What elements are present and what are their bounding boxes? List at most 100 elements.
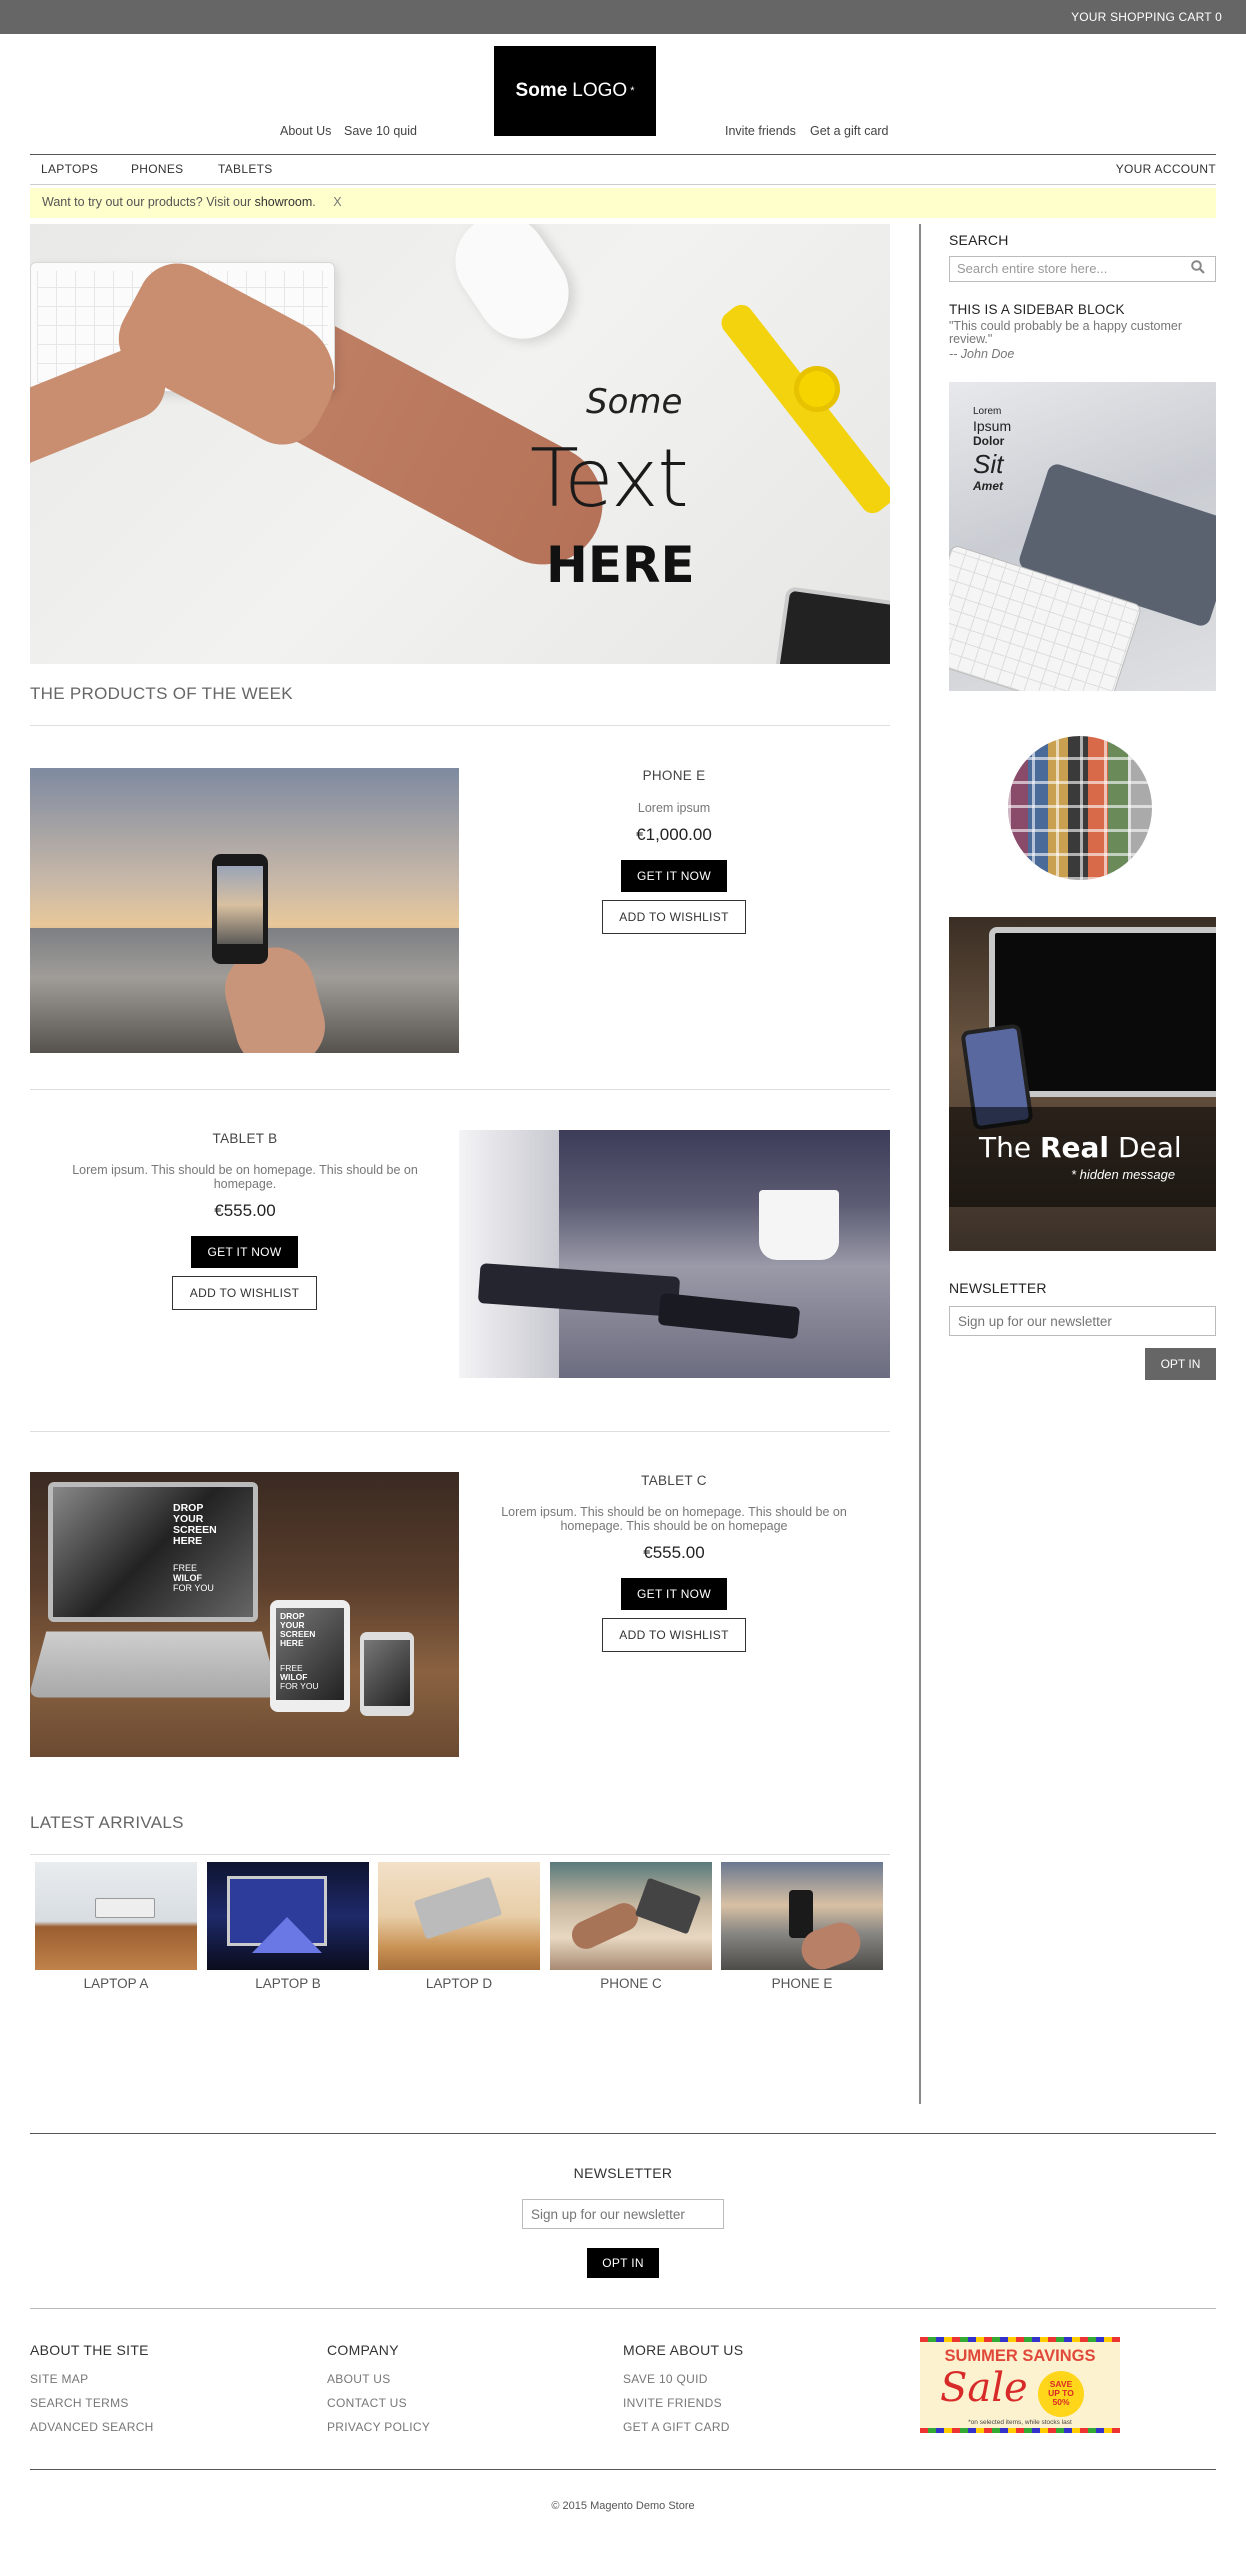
latest-item-label[interactable]: LAPTOP D <box>378 1976 540 1991</box>
search-input[interactable]: Search entire store here... <box>949 256 1216 282</box>
hero-mouse-image <box>437 224 587 357</box>
search-title: SEARCH <box>949 232 1009 248</box>
search-placeholder: Search entire store here... <box>957 261 1108 276</box>
sale-title: SUMMER SAVINGS <box>944 2347 1096 2365</box>
nav-divider-bottom <box>30 184 1216 185</box>
latest-item-image[interactable] <box>378 1862 540 1970</box>
footer-col-title: MORE ABOUT US <box>623 2342 744 2358</box>
sidebar-opt-in-button[interactable]: OPT IN <box>1145 1348 1216 1380</box>
laptop-screen: DROP YOUR SCREEN HERE FREE WILOF FOR YOU <box>48 1482 258 1622</box>
add-to-wishlist-button[interactable]: ADD TO WISHLIST <box>602 900 746 934</box>
hero-watch-band-image <box>716 300 890 518</box>
footer-link[interactable]: ABOUT US <box>327 2372 391 2386</box>
gift-card-link[interactable]: Get a gift card <box>810 124 889 138</box>
product-image-phone-e[interactable] <box>30 768 459 1053</box>
footer-link[interactable]: SITE MAP <box>30 2372 88 2386</box>
notice-text: Want to try out our products? Visit our <box>42 195 252 209</box>
tablet-device: DROP YOUR SCREEN HERE FREE WILOF FOR YOU <box>270 1600 350 1712</box>
product-price: €555.00 <box>214 1201 276 1220</box>
sidebar-collage-image[interactable] <box>1008 736 1152 880</box>
sidebar-quote-author: -- John Doe <box>949 347 1015 361</box>
footer-col-title: ABOUT THE SITE <box>30 2342 149 2358</box>
latest-item-image[interactable] <box>721 1862 883 1970</box>
footer-link[interactable]: PRIVACY POLICY <box>327 2420 430 2434</box>
nav-item-phones[interactable]: PHONES <box>131 162 183 176</box>
about-us-link[interactable]: About Us <box>280 124 331 138</box>
latest-item-label[interactable]: PHONE C <box>550 1976 712 1991</box>
promo-bold: Real <box>1039 1131 1110 1164</box>
product-price: €1,000.00 <box>636 825 712 844</box>
nav-divider-top <box>30 154 1216 155</box>
sidebar-newsletter-title: NEWSLETTER <box>949 1280 1047 1296</box>
logo-text: LOGO <box>572 80 628 101</box>
save-10-quid-link[interactable]: Save 10 quid <box>344 124 417 138</box>
sidebar-promo-real-deal[interactable]: The Real Deal * hidden message <box>949 917 1216 1251</box>
latest-item-image[interactable] <box>35 1862 197 1970</box>
footer-col-title: COMPANY <box>327 2342 399 2358</box>
product-description: Lorem ipsum <box>637 801 711 815</box>
footer-link[interactable]: SAVE 10 QUID <box>623 2372 708 2386</box>
footer-link[interactable]: GET A GIFT CARD <box>623 2420 730 2434</box>
invite-friends-link[interactable]: Invite friends <box>725 124 796 138</box>
mug-shape <box>759 1190 839 1260</box>
footer-newsletter-input[interactable] <box>522 2199 724 2229</box>
phone-shape <box>212 854 268 964</box>
footer-divider <box>30 2133 1216 2134</box>
logo-mark: * <box>630 85 635 97</box>
logo-bold-text: Some <box>515 80 568 101</box>
product-price: €555.00 <box>643 1543 705 1562</box>
hero-phone-image <box>774 586 890 664</box>
sidebar-divider <box>919 224 921 2104</box>
footer-newsletter-title: NEWSLETTER <box>573 2165 673 2181</box>
product-image-tablet-b[interactable] <box>459 1130 890 1378</box>
laptop-base <box>30 1631 280 1698</box>
notice-end: . <box>312 195 316 209</box>
latest-item-image[interactable] <box>550 1862 712 1970</box>
summer-sale-banner[interactable]: SUMMER SAVINGS Sale SAVE UP TO 50% *on s… <box>920 2337 1120 2433</box>
sidebar-quote: "This could probably be a happy customer… <box>949 319 1183 346</box>
latest-item-label[interactable]: PHONE E <box>721 1976 883 1991</box>
sidebar-promo-tablet[interactable]: Lorem Ipsum Dolor Sit Amet <box>949 382 1216 691</box>
product-divider <box>30 1089 890 1090</box>
nav-item-laptops[interactable]: LAPTOPS <box>41 162 98 176</box>
your-account-link[interactable]: YOUR ACCOUNT <box>1116 162 1216 176</box>
section-divider <box>30 725 890 726</box>
products-section-title: THE PRODUCTS OF THE WEEK <box>30 684 293 703</box>
hero-banner[interactable]: Some Text HERE <box>30 224 890 664</box>
footer-opt-in-button[interactable]: OPT IN <box>587 2248 659 2278</box>
latest-item-label[interactable]: LAPTOP A <box>35 1976 197 1991</box>
get-it-now-button[interactable]: GET IT NOW <box>191 1236 298 1268</box>
sale-note: *on selected items, while stocks last <box>968 2419 1072 2426</box>
product-name[interactable]: TABLET B <box>60 1131 430 1146</box>
sidebar-newsletter-input[interactable] <box>949 1306 1216 1336</box>
latest-item-label[interactable]: LAPTOP B <box>207 1976 369 1991</box>
get-it-now-button[interactable]: GET IT NOW <box>621 860 727 892</box>
nav-item-tablets[interactable]: TABLETS <box>218 162 273 176</box>
search-icon[interactable] <box>1191 260 1205 274</box>
add-to-wishlist-button[interactable]: ADD TO WISHLIST <box>602 1618 746 1652</box>
latest-item-image[interactable] <box>207 1862 369 1970</box>
product-image-tablet-c[interactable]: DROP YOUR SCREEN HERE FREE WILOF FOR YOU DROP… <box>30 1472 459 1757</box>
footer-link[interactable]: CONTACT US <box>327 2396 407 2410</box>
shopping-cart-link[interactable]: YOUR SHOPPING CART 0 <box>1071 10 1222 24</box>
add-to-wishlist-button[interactable]: ADD TO WISHLIST <box>172 1276 317 1310</box>
product-name[interactable]: TABLET C <box>560 1473 788 1488</box>
footer-link[interactable]: INVITE FRIENDS <box>623 2396 722 2410</box>
section-divider <box>30 1854 890 1855</box>
hero-text-line3: HERE <box>546 536 695 594</box>
site-logo[interactable]: Some LOGO * <box>494 46 656 136</box>
footer-link[interactable]: SEARCH TERMS <box>30 2396 129 2410</box>
footer-link[interactable]: ADVANCED SEARCH <box>30 2420 154 2434</box>
latest-arrivals-title: LATEST ARRIVALS <box>30 1813 184 1832</box>
sidebar-block-title: THIS IS A SIDEBAR BLOCK <box>949 302 1125 317</box>
sale-badge: SAVE UP TO 50% <box>1038 2371 1084 2417</box>
showroom-link[interactable]: showroom <box>255 195 313 209</box>
footer-divider <box>30 2469 1216 2470</box>
product-name[interactable]: PHONE E <box>560 768 788 783</box>
notice-close-button[interactable]: X <box>333 195 341 209</box>
hero-watch-face-image <box>794 366 840 412</box>
get-it-now-button[interactable]: GET IT NOW <box>621 1578 727 1610</box>
showroom-notice: Want to try out our products? Visit our … <box>30 188 1216 218</box>
promo-subtext: * hidden message <box>1071 1167 1176 1182</box>
promo-prefix: The <box>979 1131 1032 1164</box>
